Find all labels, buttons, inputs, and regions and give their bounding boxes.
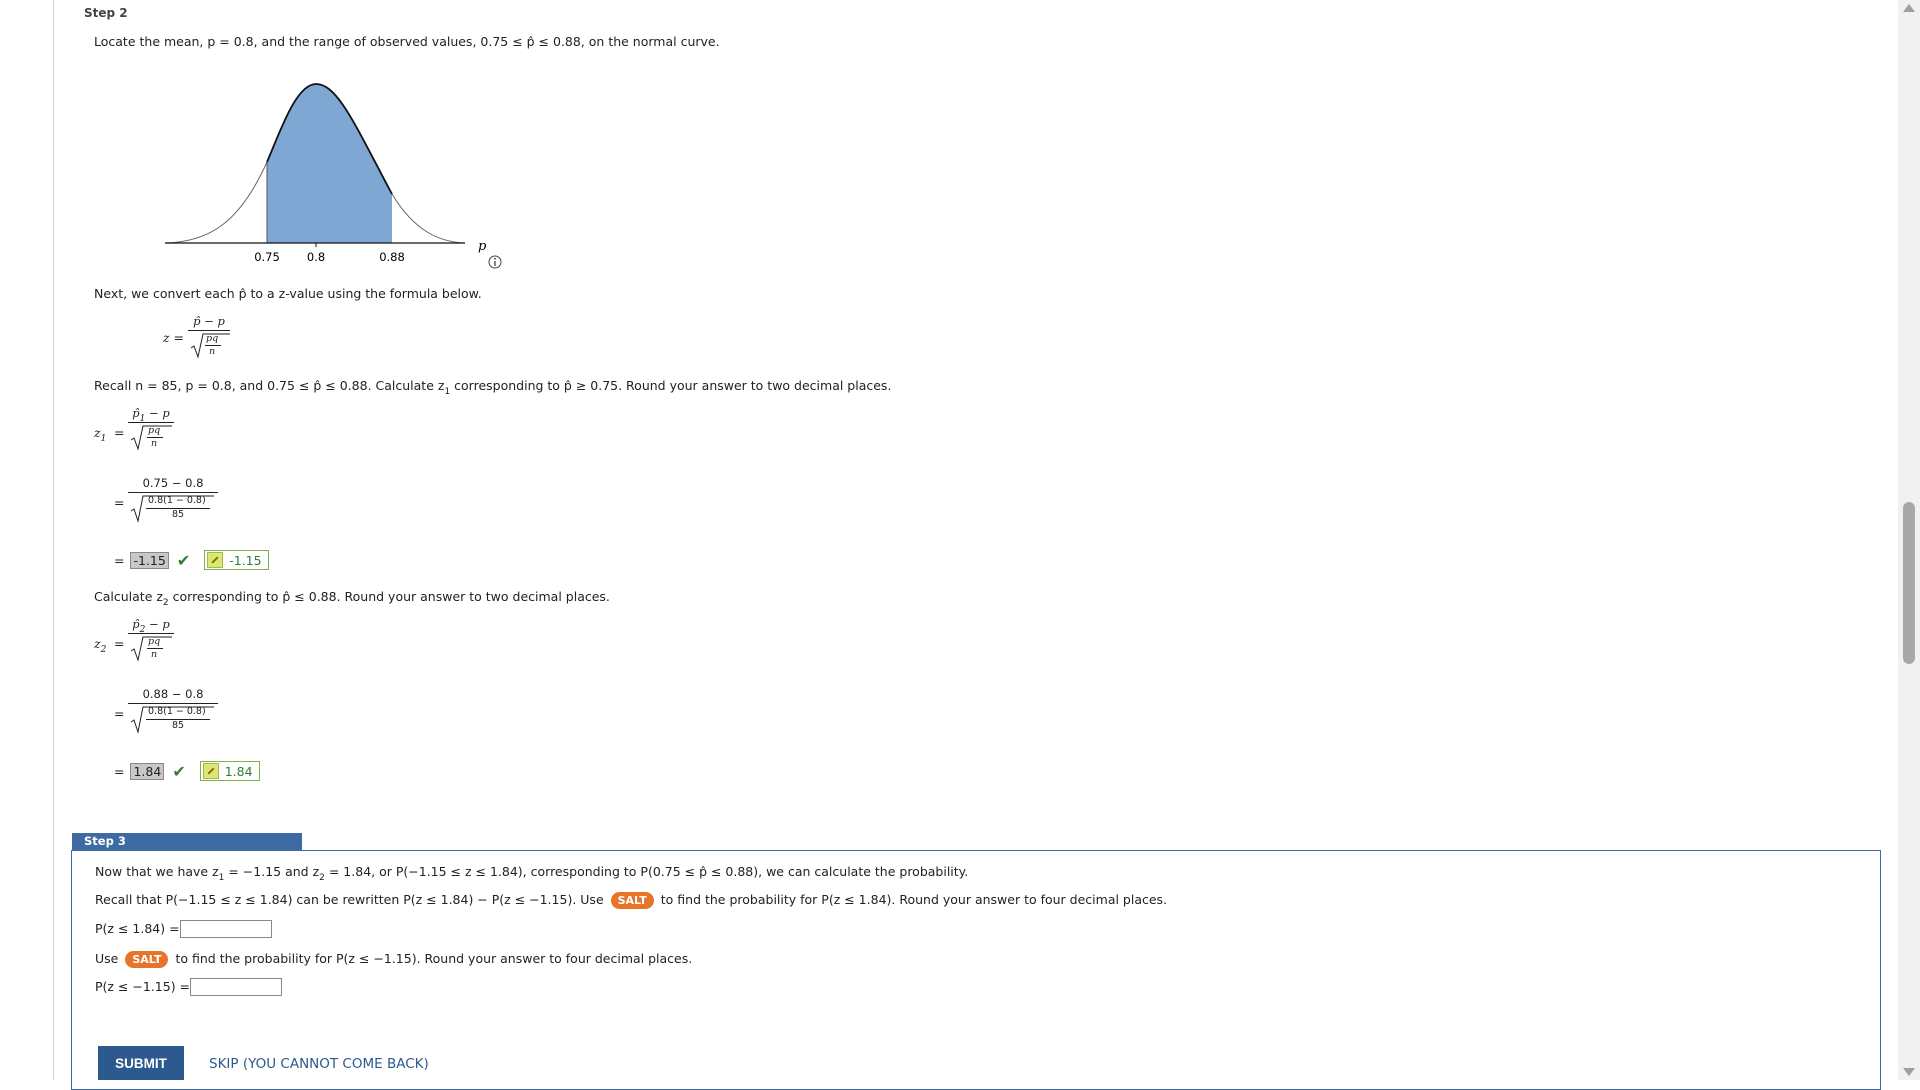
curve-right-tail <box>391 193 466 244</box>
calc2-instruction: Calculate z2 corresponding to p̂ ≤ 0.88.… <box>94 589 610 608</box>
scroll-up-arrow-icon[interactable] <box>1903 4 1915 12</box>
submit-button[interactable]: SUBMIT <box>98 1046 184 1080</box>
z2-sub-den-den: 85 <box>172 720 185 731</box>
use-a: Use <box>95 951 119 966</box>
z2-sub-den-num: 0.8(1 − 0.8) <box>148 706 206 717</box>
key-icon <box>202 763 219 779</box>
z2-answer-field[interactable]: 1.84 <box>130 762 165 780</box>
scroll-thumb[interactable] <box>1903 502 1915 664</box>
z1-lhs-sub: 1 <box>100 434 107 444</box>
now-sub2: 2 <box>319 873 325 883</box>
z1-den-den: n <box>151 438 158 449</box>
normal-curve-chart: 0.75 0.8 0.88 p <box>164 83 487 264</box>
z2-sub-fraction: 0.88 − 0.8 0.8(1 − 0.8) 85 <box>128 687 218 734</box>
z1-answer-eq: = <box>114 552 125 568</box>
z2-answer-eq: = <box>114 763 125 779</box>
z2-num-a: p̂ <box>132 617 140 631</box>
z2-lhs-z: z <box>94 636 101 651</box>
z2-eq-2: = <box>114 706 125 721</box>
z1-lhs: z1 <box>94 425 106 444</box>
recall-a: Recall that P(−1.15 ≤ z ≤ 1.84) can be r… <box>95 892 604 907</box>
z1-num-a: p̂ <box>132 406 140 420</box>
z2-den-num: pq <box>148 636 161 647</box>
scroll-down-arrow-icon[interactable] <box>1903 1068 1915 1076</box>
p1-input[interactable] <box>180 920 272 938</box>
formula-fraction: p̂ − p pq n <box>188 314 230 359</box>
z1-answer-field[interactable]: -1.15 <box>130 551 169 569</box>
formula-lhs: z = <box>163 330 185 345</box>
z2-fraction: p̂2 − p pq n <box>128 617 174 662</box>
calc2-text-b: corresponding to p̂ ≤ 0.88. Round your a… <box>168 589 610 604</box>
z1-sub-numerator: 0.75 − 0.8 <box>142 476 204 490</box>
z2-key-answer: 1.84 <box>199 761 260 781</box>
recall-sub: 1 <box>444 387 451 397</box>
formula-denom-den: n <box>209 346 216 357</box>
calc2-sub: 2 <box>162 598 169 608</box>
z1-eq: = <box>114 425 125 440</box>
z2-lhs: z2 <box>94 636 106 655</box>
step3-use-text: Use SALT to find the probability for P(z… <box>95 951 692 968</box>
tick-label-0.8: 0.8 <box>307 250 325 264</box>
key-icon <box>207 552 224 568</box>
now-c: = 1.84, or P(−1.15 ≤ z ≤ 1.84), correspo… <box>324 864 969 879</box>
step3-panel <box>71 850 1881 1090</box>
z2-num-b: − p <box>145 617 170 631</box>
z1-eq-2: = <box>114 495 125 510</box>
axis-label-p: p <box>478 239 487 254</box>
recall-text-a: Recall n = 85, p = 0.8, and 0.75 ≤ p̂ ≤ … <box>94 378 445 393</box>
now-a: Now that we have z <box>95 864 219 879</box>
p2-input[interactable] <box>190 978 282 996</box>
salt-button[interactable]: SALT <box>610 892 654 909</box>
page: Step 2 Locate the mean, p = 0.8, and the… <box>0 0 1898 1090</box>
locate-instruction: Locate the mean, p = 0.8, and the range … <box>94 34 720 49</box>
z2-answer-row: = 1.84 ✔ 1.84 <box>114 761 260 781</box>
z1-lhs-z: z <box>94 425 101 440</box>
next-instruction: Next, we convert each p̂ to a z-value us… <box>94 286 482 301</box>
step3-now-text: Now that we have z1 = −1.15 and z2 = 1.8… <box>95 864 969 883</box>
z2-lhs-sub: 2 <box>100 645 107 655</box>
tick-label-0.88: 0.88 <box>379 250 405 264</box>
z1-den-num: pq <box>148 425 161 436</box>
z2-eq: = <box>114 636 125 651</box>
z2-sub-numerator: 0.88 − 0.8 <box>142 687 204 701</box>
formula-numerator: p̂ − p <box>193 314 225 328</box>
step2-heading: Step 2 <box>84 6 128 20</box>
now-sub1: 1 <box>218 873 225 883</box>
z1-numerator: p̂1 − p <box>128 406 174 424</box>
z1-key-value: -1.15 <box>229 552 262 568</box>
recall-instruction: Recall n = 85, p = 0.8, and 0.75 ≤ p̂ ≤ … <box>94 378 892 397</box>
z1-answer-row: = -1.15 ✔ -1.15 <box>114 550 269 570</box>
p1-label: P(z ≤ 1.84) = <box>95 921 180 936</box>
z1-fraction: p̂1 − p pq n <box>128 406 174 451</box>
z2-key-value: 1.84 <box>224 763 253 779</box>
check-icon: ✔ <box>172 761 186 781</box>
shaded-region <box>267 84 392 243</box>
now-b: = −1.15 and z <box>224 864 320 879</box>
check-icon: ✔ <box>176 550 191 570</box>
z1-key-answer: -1.15 <box>204 550 269 570</box>
vertical-scrollbar[interactable] <box>1898 0 1920 1080</box>
p2-label: P(z ≤ −1.15) = <box>95 979 191 994</box>
tick-label-0.75: 0.75 <box>254 250 280 264</box>
info-icon[interactable] <box>488 255 502 269</box>
calc2-text-a: Calculate z <box>94 589 163 604</box>
formula-denom-num: pq <box>206 333 219 344</box>
z2-numerator: p̂2 − p <box>128 617 174 635</box>
step3-recall-text: Recall that P(−1.15 ≤ z ≤ 1.84) can be r… <box>95 892 1167 909</box>
skip-link[interactable]: SKIP (YOU CANNOT COME BACK) <box>209 1056 429 1072</box>
step3-heading: Step 3 <box>72 833 302 850</box>
z1-sub-den-num: 0.8(1 − 0.8) <box>148 495 206 506</box>
z1-num-b: − p <box>145 406 170 420</box>
recall-text-b: corresponding to p̂ ≥ 0.75. Round your a… <box>450 378 892 393</box>
z2-den-den: n <box>151 649 158 660</box>
salt-button[interactable]: SALT <box>125 951 169 968</box>
recall-b: to find the probability for P(z ≤ 1.84).… <box>660 892 1168 907</box>
z1-sub-den-den: 85 <box>172 509 185 520</box>
z1-sub-fraction: 0.75 − 0.8 0.8(1 − 0.8) 85 <box>128 476 218 523</box>
content-left-border <box>53 0 54 1080</box>
use-b: to find the probability for P(z ≤ −1.15)… <box>175 951 693 966</box>
curve-left-tail <box>164 161 268 244</box>
